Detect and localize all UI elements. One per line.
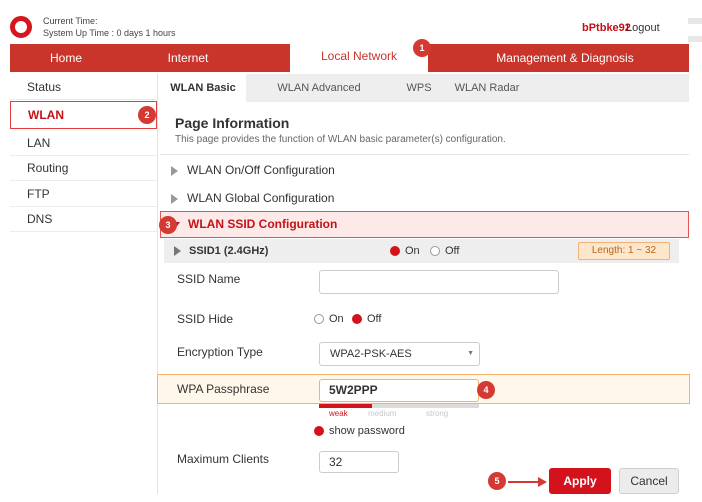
top-header: Current Time: System Up Time : 0 days 1 …: [0, 0, 702, 44]
sidebar-item-wlan[interactable]: WLAN: [10, 101, 157, 129]
section-label: WLAN Global Configuration: [187, 191, 335, 205]
tab-wlan-radar[interactable]: WLAN Radar: [446, 74, 528, 102]
sidebar-item-ftp[interactable]: FTP: [10, 181, 157, 207]
tab-wps[interactable]: WPS: [396, 74, 442, 102]
nav-local-network[interactable]: Local Network: [290, 41, 428, 72]
apply-button[interactable]: Apply: [549, 468, 611, 494]
header-decoration: [688, 36, 702, 42]
ssid-hide-label: SSID Hide: [177, 312, 234, 326]
ssid-hide-on-radio[interactable]: [314, 314, 324, 324]
ssid-hide-on-label: On: [329, 313, 344, 325]
sidebar-item-routing[interactable]: Routing: [10, 155, 157, 181]
tab-wlan-advanced[interactable]: WLAN Advanced: [260, 74, 378, 102]
ssid-off-radio[interactable]: [430, 246, 440, 256]
encryption-type-value: WPA2-PSK-AES: [330, 348, 412, 360]
strength-weak-label: weak: [329, 409, 348, 418]
chevron-down-icon: ▼: [467, 350, 474, 357]
show-password-toggle[interactable]: [314, 426, 324, 436]
main-nav: Home Internet Local Network Management &…: [10, 41, 689, 72]
chevron-right-icon[interactable]: [174, 246, 181, 256]
arrow-right-icon: [508, 481, 542, 483]
current-time-label: Current Time:: [43, 16, 98, 26]
sidebar-item-dns[interactable]: DNS: [10, 206, 157, 232]
max-clients-input[interactable]: 32: [319, 451, 399, 473]
username: bPtbke92: [582, 22, 631, 34]
length-hint-badge: Length: 1 ~ 32: [578, 242, 670, 260]
ssid-band-label: SSID1 (2.4GHz): [189, 245, 269, 257]
tab-wlan-basic[interactable]: WLAN Basic: [160, 74, 246, 102]
ssid-name-label: SSID Name: [177, 272, 241, 286]
chevron-right-icon: [171, 194, 178, 204]
ssid-on-radio[interactable]: [390, 246, 400, 256]
show-password-label: show password: [329, 425, 405, 437]
page-title: Page Information: [175, 115, 290, 131]
ssid-header-bar: SSID1 (2.4GHz) On Off Length: 1 ~ 32: [164, 239, 679, 263]
divider: [160, 154, 689, 155]
sub-tabs: WLAN Basic WLAN Advanced WPS WLAN Radar: [160, 74, 689, 102]
step-marker-4: 4: [477, 381, 495, 399]
strength-medium-label: medium: [368, 409, 397, 418]
nav-internet[interactable]: Internet: [122, 44, 254, 72]
step-marker-2: 2: [138, 106, 156, 124]
step-marker-5: 5: [488, 472, 506, 490]
ssid-on-label: On: [405, 245, 420, 257]
section-label: WLAN SSID Configuration: [188, 217, 338, 231]
nav-management[interactable]: Management & Diagnosis: [450, 44, 680, 72]
header-decoration: [688, 18, 702, 24]
ssid-name-input[interactable]: [319, 270, 559, 294]
arrow-head-icon: [538, 477, 547, 487]
cancel-button[interactable]: Cancel: [619, 468, 679, 494]
logout-link[interactable]: Logout: [626, 22, 660, 34]
step-marker-3: 3: [159, 216, 177, 234]
password-strength-meter: [319, 404, 479, 408]
max-clients-label: Maximum Clients: [177, 452, 270, 466]
sidebar: Status WLAN LAN Routing FTP DNS: [10, 74, 158, 494]
nav-home[interactable]: Home: [10, 44, 122, 72]
uptime-label: System Up Time : 0 days 1 hours: [43, 28, 176, 38]
step-marker-1: 1: [413, 39, 431, 57]
section-wlan-ssid[interactable]: WLAN SSID Configuration: [160, 211, 689, 238]
sidebar-item-status[interactable]: Status: [10, 74, 157, 100]
strength-strong-label: strong: [426, 409, 449, 418]
section-label: WLAN On/Off Configuration: [187, 163, 335, 177]
wpa-passphrase-label: WPA Passphrase: [177, 382, 270, 396]
ssid-hide-off-radio[interactable]: [352, 314, 362, 324]
page-description: This page provides the function of WLAN …: [175, 134, 506, 145]
sidebar-item-lan[interactable]: LAN: [10, 130, 157, 156]
encryption-type-select[interactable]: WPA2-PSK-AES ▼: [319, 342, 480, 366]
encryption-type-label: Encryption Type: [177, 345, 263, 359]
password-strength-fill: [319, 404, 372, 408]
section-wlan-global[interactable]: WLAN Global Configuration: [160, 185, 689, 211]
ssid-hide-off-label: Off: [367, 313, 382, 325]
wpa-passphrase-input[interactable]: 5W2PPP: [319, 379, 479, 402]
ssid-off-label: Off: [445, 245, 460, 257]
chevron-right-icon: [171, 166, 178, 176]
section-wlan-onoff[interactable]: WLAN On/Off Configuration: [160, 157, 689, 183]
brand-logo-icon: [10, 16, 32, 38]
